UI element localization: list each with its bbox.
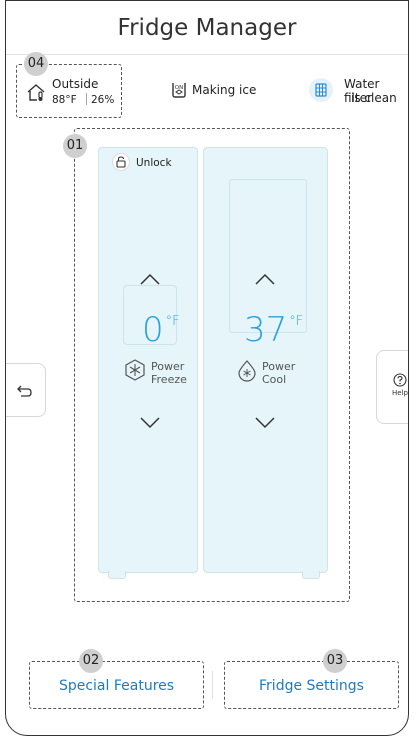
fridge-temp: 37 °F xyxy=(244,310,304,350)
outside-temp: 88°F xyxy=(52,94,77,106)
bottom-divider xyxy=(212,671,213,699)
help-button[interactable]: Help xyxy=(376,350,408,424)
snowflake-icon xyxy=(123,358,147,386)
ice-maker-icon: ON xyxy=(170,81,188,99)
fridge-mode-line2: Cool xyxy=(262,373,287,386)
outside-humidity: 26% xyxy=(91,94,115,106)
freezer-temp: 0 °F xyxy=(142,310,180,350)
back-button[interactable] xyxy=(6,363,46,417)
fridge-foot xyxy=(302,571,320,579)
callout-badge-03: 03 xyxy=(323,649,347,673)
house-thermometer-icon xyxy=(26,82,46,102)
freezer-mode-line1: Power xyxy=(151,360,185,373)
callout-badge-04: 04 xyxy=(24,52,48,76)
fridge-temp-down-button[interactable] xyxy=(254,415,276,434)
special-features-button[interactable]: Special Features xyxy=(29,678,204,694)
fridge-manager-screen: Fridge Manager 04 Outside 88°F 26% ON Ma… xyxy=(5,0,409,736)
unlock-label: Unlock xyxy=(136,157,172,169)
back-arrow-icon xyxy=(17,383,33,402)
callout-badge-01: 01 xyxy=(63,134,87,158)
outside-label: Outside xyxy=(52,77,99,91)
lock-icon xyxy=(112,153,130,171)
freezer-mode-line2: Freeze xyxy=(151,373,187,386)
freezer-temp-down-button[interactable] xyxy=(139,415,161,434)
header-divider xyxy=(6,54,408,55)
lock-button[interactable]: Unlock xyxy=(112,153,172,173)
water-filter-line2: is clean xyxy=(351,91,397,105)
water-filter-icon xyxy=(309,78,333,102)
fridge-settings-button[interactable]: Fridge Settings xyxy=(224,678,399,694)
fridge-mode-line1: Power xyxy=(262,360,296,373)
callout-badge-02: 02 xyxy=(79,649,103,673)
making-ice-label: Making ice xyxy=(192,83,257,97)
freezer-temp-up-button[interactable] xyxy=(139,271,161,290)
help-label: Help xyxy=(392,389,408,397)
fridge-temp-up-button[interactable] xyxy=(254,271,276,290)
page-title: Fridge Manager xyxy=(117,15,297,41)
outside-divider xyxy=(86,93,87,105)
water-drop-icon xyxy=(235,358,259,386)
freezer-foot xyxy=(108,571,126,579)
